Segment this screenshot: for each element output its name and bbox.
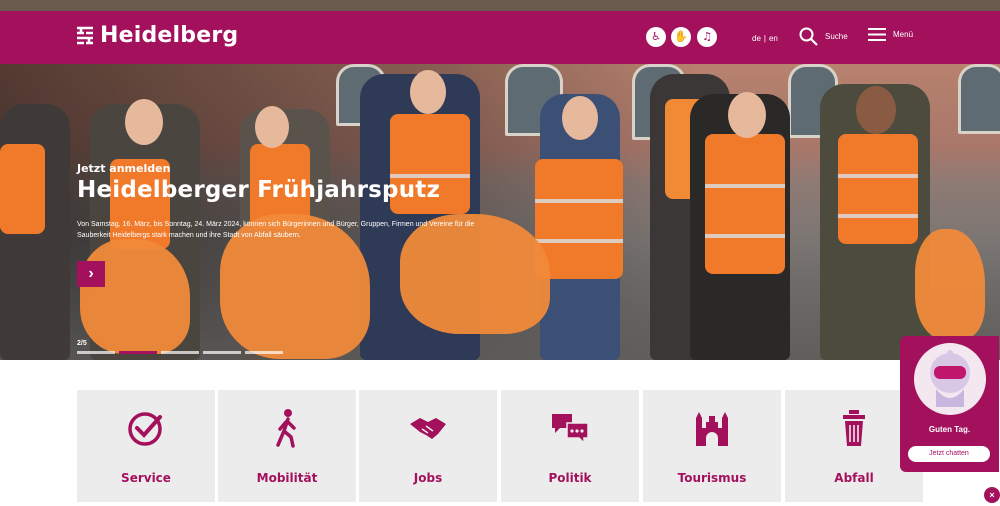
tile-jobs[interactable]: Jobs bbox=[359, 390, 497, 502]
chevron-right-icon: › bbox=[88, 265, 94, 282]
lang-de-link[interactable]: de bbox=[752, 34, 761, 43]
logo-link[interactable]: Heidelberg bbox=[76, 23, 238, 48]
tile-tourismus[interactable]: Tourismus bbox=[643, 390, 781, 502]
robot-icon bbox=[930, 350, 970, 407]
audio-icon[interactable]: ♫ bbox=[697, 27, 717, 47]
close-icon: × bbox=[989, 490, 995, 500]
site-header: Heidelberg ♿ ✋ ♫ de | en Suche Menü bbox=[0, 11, 1000, 64]
slide-counter: 2/5 bbox=[77, 340, 87, 347]
slide-dot-active[interactable] bbox=[119, 351, 157, 354]
hero-title: Heidelberger Frühjahrsputz bbox=[77, 177, 441, 203]
speech-bubbles-icon bbox=[552, 414, 589, 445]
tile-label: Tourismus bbox=[677, 471, 747, 485]
slide-dot[interactable] bbox=[161, 351, 199, 354]
slide-dot[interactable] bbox=[203, 351, 241, 354]
start-chat-button[interactable]: Jetzt chatten bbox=[908, 446, 990, 462]
top-strip bbox=[0, 0, 1000, 11]
tile-label: Politik bbox=[548, 471, 592, 485]
accessibility-icon[interactable]: ♿ bbox=[646, 27, 666, 47]
chatbot-greeting: Guten Tag. bbox=[928, 425, 971, 434]
castle-icon bbox=[696, 412, 728, 446]
hero-description: Von Samstag, 16. März, bis Sonntag, 24. … bbox=[77, 221, 475, 239]
tile-politik[interactable]: Politik bbox=[501, 390, 639, 502]
search-button[interactable]: Suche bbox=[799, 27, 848, 46]
walking-person-icon bbox=[276, 409, 296, 448]
chatbot-widget: Guten Tag. Jetzt chatten bbox=[900, 336, 999, 472]
tile-service[interactable]: Service bbox=[77, 390, 215, 502]
hero-photo bbox=[0, 64, 1000, 360]
tile-label: Abfall bbox=[834, 471, 874, 485]
heidelberg-logo-icon bbox=[77, 26, 93, 44]
menu-button[interactable]: Menü bbox=[868, 27, 913, 42]
tile-mobilitaet[interactable]: Mobilität bbox=[218, 390, 356, 502]
slide-dot[interactable] bbox=[245, 351, 283, 354]
menu-label: Menü bbox=[893, 30, 914, 39]
trash-bin-icon bbox=[843, 410, 865, 446]
handshake-icon bbox=[410, 418, 446, 439]
sign-language-icon[interactable]: ✋ bbox=[671, 27, 691, 47]
hamburger-icon bbox=[868, 28, 886, 41]
slide-dot[interactable] bbox=[77, 351, 115, 354]
hero-slider: Jetzt anmelden Heidelberger Frühjahrsput… bbox=[0, 64, 1000, 360]
logo-text: Heidelberg bbox=[100, 23, 239, 48]
hero-next-button[interactable]: › bbox=[77, 261, 105, 287]
chatbot-avatar bbox=[914, 343, 986, 415]
lang-separator: | bbox=[763, 34, 766, 43]
lang-en-link[interactable]: en bbox=[769, 34, 778, 43]
chatbot-close-button[interactable]: × bbox=[984, 487, 1000, 503]
tile-label: Mobilität bbox=[256, 471, 318, 485]
check-circle-icon bbox=[128, 412, 162, 446]
slide-dots bbox=[77, 351, 283, 354]
tile-label: Service bbox=[121, 471, 171, 485]
language-switch: de | en bbox=[752, 34, 778, 43]
hero-kicker: Jetzt anmelden bbox=[77, 162, 171, 175]
search-icon bbox=[799, 27, 818, 46]
tile-label: Jobs bbox=[413, 471, 443, 485]
search-label: Suche bbox=[825, 32, 848, 41]
